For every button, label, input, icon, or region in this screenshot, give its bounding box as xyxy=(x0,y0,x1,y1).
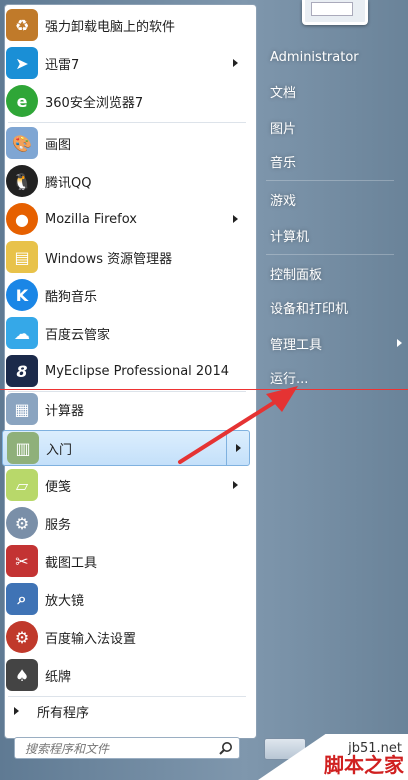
watermark-name: 脚本之家 xyxy=(324,753,404,777)
annotation-arrow xyxy=(178,386,298,464)
annotation-arrow-shaft xyxy=(178,398,280,464)
annotation-arrow-head xyxy=(266,386,298,412)
